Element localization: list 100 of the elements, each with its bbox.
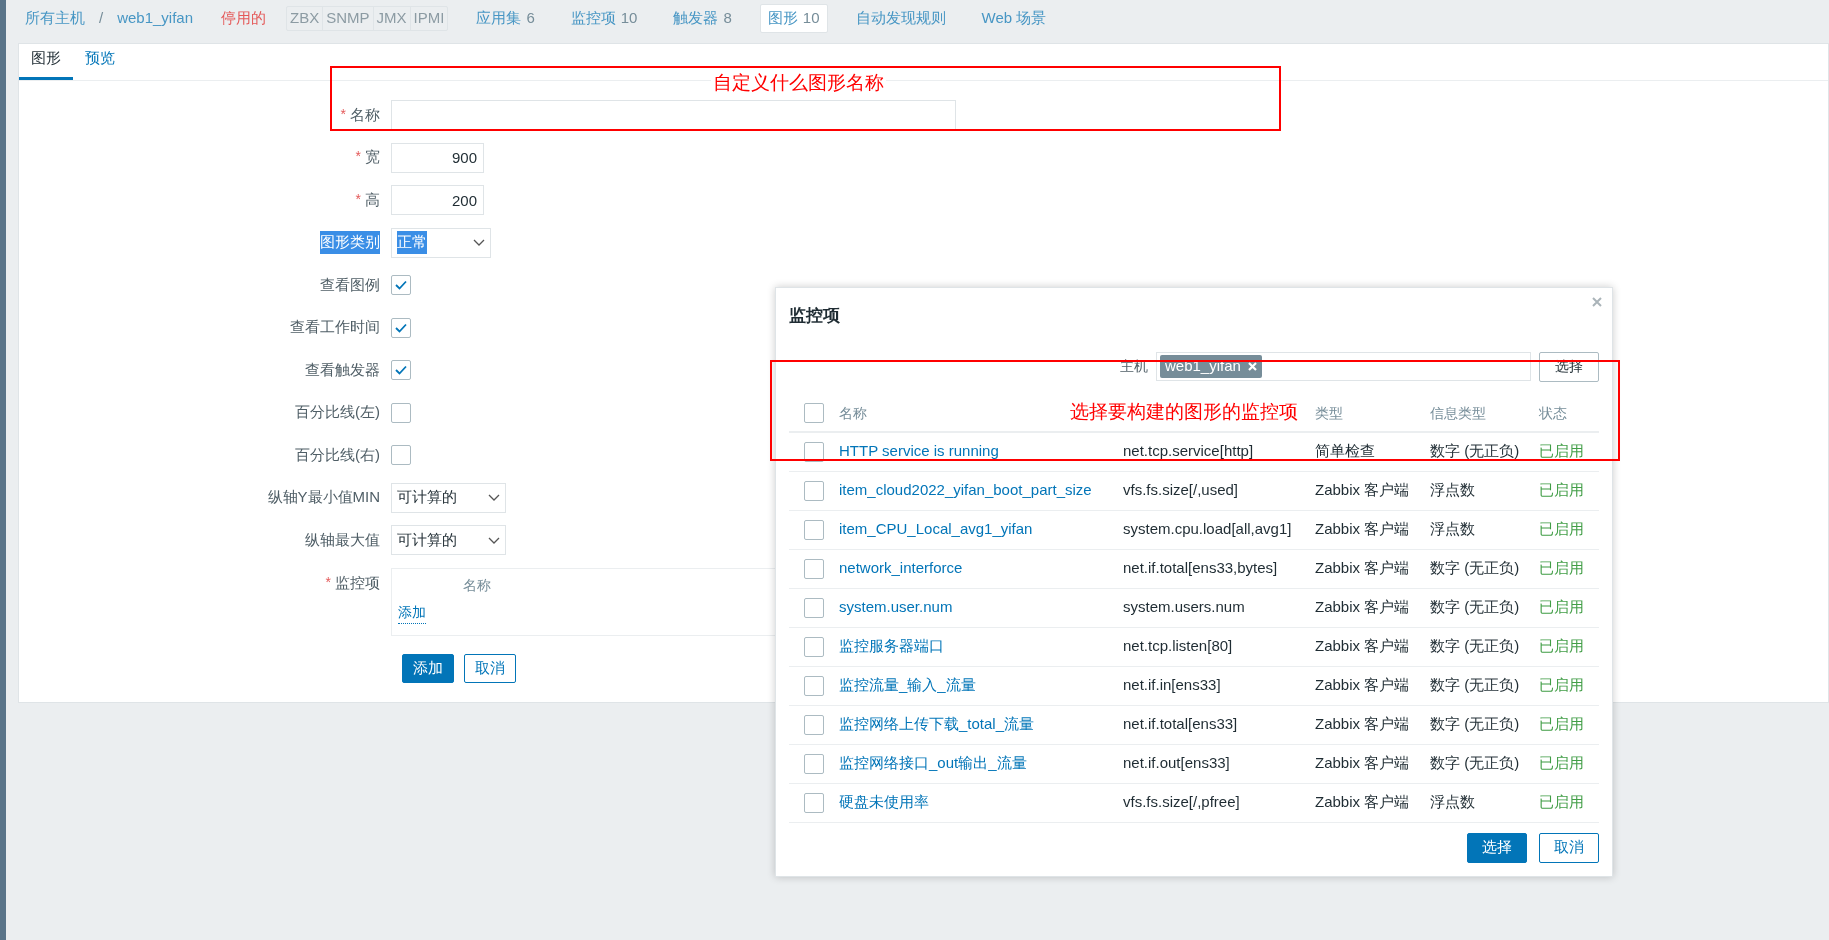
breadcrumb-link[interactable]: 所有主机	[25, 7, 85, 30]
form-button[interactable]: 添加	[402, 653, 454, 683]
tab-label: 触发器	[673, 8, 719, 29]
dialog-button[interactable]: 选择	[1467, 832, 1527, 863]
field-label: 监控项	[335, 572, 380, 593]
column-header: 类型	[1315, 403, 1344, 423]
item-link[interactable]: network_interforce	[839, 557, 1123, 580]
item-link[interactable]: 监控网络上传下载_total_流量	[839, 713, 1123, 736]
status-text: 已启用	[1539, 753, 1584, 774]
sub-tab[interactable]: 预览	[73, 46, 127, 80]
row-checkbox[interactable]	[804, 597, 824, 618]
checkbox[interactable]	[391, 360, 411, 380]
dialog-title: 监控项	[789, 305, 841, 327]
status-text: 已启用	[1539, 519, 1584, 540]
dialog-button[interactable]: 取消	[1539, 832, 1599, 863]
number-input[interactable]: 200	[391, 185, 484, 215]
caret-icon	[488, 494, 500, 501]
item-link[interactable]: 硬盘未使用率	[839, 791, 1123, 814]
column-header: 信息类型	[1430, 403, 1487, 423]
field-label: 名称	[350, 104, 380, 125]
status-text: 已启用	[1539, 636, 1584, 657]
nav-tab[interactable]: 图形 10	[759, 4, 828, 33]
column-header: 状态	[1539, 403, 1567, 423]
nav-tab[interactable]: 应用集 6	[468, 4, 543, 33]
item-link[interactable]: item_CPU_Local_avg1_yifan	[839, 518, 1123, 541]
row-checkbox[interactable]	[804, 714, 824, 735]
select-dropdown[interactable]: 正常	[391, 227, 491, 258]
field-label: 百分比线(右)	[295, 444, 380, 465]
row-checkbox[interactable]	[804, 519, 824, 540]
table-cell-text: Zabbix 客户端	[1315, 636, 1411, 657]
table-cell-text: Zabbix 客户端	[1315, 597, 1411, 618]
table-cell-text: net.tcp.listen[80]	[1123, 636, 1234, 657]
row-checkbox[interactable]	[804, 753, 824, 774]
host-status: 停用的	[221, 8, 267, 29]
table-cell-text: vfs.fs.size[/,used]	[1123, 480, 1240, 501]
availability-label: JMX	[372, 7, 410, 30]
field-label: 纵轴Y最小值MIN	[267, 487, 380, 508]
table-cell-text: net.if.in[ens33]	[1123, 675, 1222, 696]
add-link[interactable]: 添加	[398, 601, 426, 624]
tab-label: 监控项	[570, 8, 616, 29]
availability-label: SNMP	[322, 7, 373, 30]
select-value: 可计算的	[397, 529, 457, 550]
column-header: 名称	[839, 404, 867, 421]
form-button[interactable]: 取消	[464, 653, 516, 683]
row-checkbox[interactable]	[804, 480, 824, 501]
row-checkbox[interactable]	[804, 441, 824, 462]
item-link[interactable]: 监控服务器端口	[839, 635, 1123, 658]
tab-count: 10	[620, 8, 638, 29]
item-link[interactable]: 监控网络接口_out输出_流量	[839, 752, 1123, 775]
field-label: 查看工作时间	[290, 317, 380, 338]
table-cell-text: net.tcp.service[http]	[1123, 441, 1255, 462]
required-mark: *	[355, 189, 361, 209]
required-mark: *	[325, 572, 331, 592]
row-checkbox[interactable]	[804, 558, 824, 579]
checkbox[interactable]	[391, 317, 411, 338]
checkbox[interactable]	[391, 445, 411, 465]
item-link[interactable]: HTTP service is running	[839, 440, 1123, 463]
row-checkbox[interactable]	[804, 675, 824, 696]
checkmark-icon	[395, 365, 407, 375]
tab-count: 8	[723, 8, 732, 29]
nav-tab[interactable]: Web 场景	[973, 4, 1055, 33]
close-icon[interactable]	[1592, 297, 1602, 307]
field-label: 宽	[365, 147, 380, 168]
field-label: 百分比线(左)	[295, 402, 380, 423]
select-all-checkbox[interactable]	[804, 403, 824, 423]
tab-label: 自动发现规则	[855, 8, 946, 29]
remove-icon[interactable]	[1247, 362, 1257, 371]
table-cell-text: 数字 (无正负)	[1430, 753, 1521, 774]
column-header: 名称	[463, 575, 492, 595]
table-cell-text: 数字 (无正负)	[1430, 675, 1521, 696]
number-input[interactable]: 900	[391, 142, 484, 173]
table-cell-text: Zabbix 客户端	[1315, 480, 1411, 501]
select-value: 可计算的	[397, 487, 457, 508]
nav-tab[interactable]: 监控项 10	[562, 4, 646, 33]
select-dropdown[interactable]: 可计算的	[391, 482, 506, 513]
item-link[interactable]: 监控流量_输入_流量	[839, 674, 1123, 697]
select-dropdown[interactable]: 可计算的	[391, 525, 506, 555]
item-link[interactable]: item_cloud2022_yifan_boot_part_size	[839, 479, 1123, 502]
host-input[interactable]: web1_yifan	[1156, 352, 1531, 381]
table-cell-text: 浮点数	[1430, 480, 1476, 501]
required-mark: *	[355, 147, 361, 167]
sub-tab[interactable]: 图形	[19, 46, 73, 80]
checkbox[interactable]	[391, 275, 411, 295]
nav-tab[interactable]: 触发器 8	[665, 4, 740, 33]
row-checkbox[interactable]	[804, 636, 824, 657]
row-checkbox[interactable]	[804, 792, 824, 813]
tab-count: 10	[802, 8, 820, 29]
field-label: 图形类别	[320, 231, 380, 254]
status-text: 已启用	[1539, 441, 1584, 462]
table-cell-text: 简单检查	[1315, 441, 1376, 462]
breadcrumb-link[interactable]: web1_yifan	[117, 7, 194, 30]
table-cell-text: Zabbix 客户端	[1315, 753, 1411, 774]
table-cell-text: 浮点数	[1430, 519, 1476, 540]
status-text: 已启用	[1539, 558, 1584, 579]
field-label: 纵轴最大值	[305, 529, 380, 550]
nav-tab[interactable]: 自动发现规则	[847, 4, 954, 33]
annotation-text: 选择要构建的图形的监控项	[1070, 400, 1298, 424]
checkbox[interactable]	[391, 402, 411, 423]
item-link[interactable]: system.user.num	[839, 596, 1123, 619]
name-input[interactable]	[391, 100, 956, 130]
